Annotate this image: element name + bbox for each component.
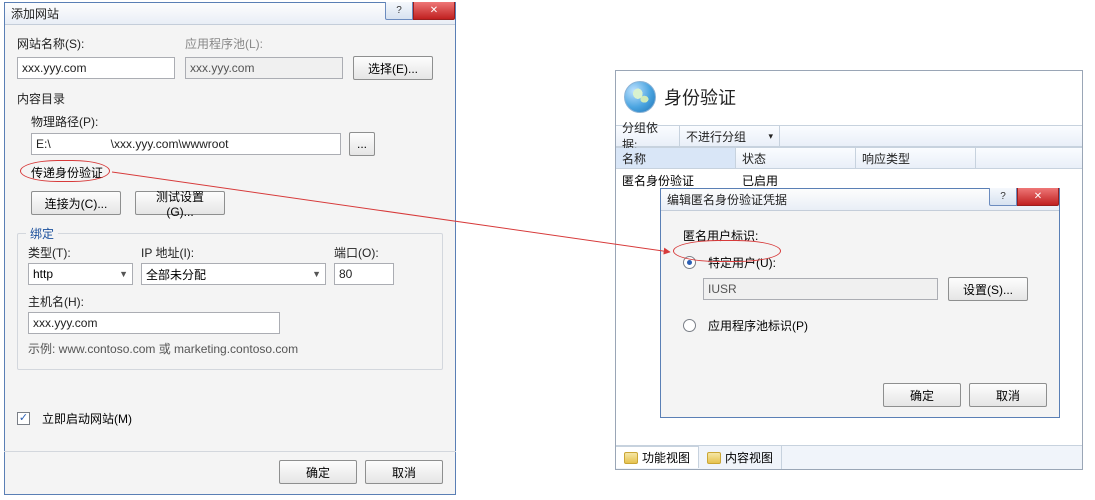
edit-anon-cancel-button[interactable]: 取消 [969,383,1047,407]
set-user-button[interactable]: 设置(S)... [948,277,1028,301]
col-name[interactable]: 名称 [616,148,736,168]
site-name-label: 网站名称(S): [17,35,177,52]
select-pool-button[interactable]: 选择(E)... [353,56,433,80]
type-label: 类型(T): [28,244,133,261]
help-button[interactable]: ? [385,2,413,20]
ip-select-value: 全部未分配 [146,266,206,283]
col-status[interactable]: 状态 [736,148,856,168]
add-website-dialog: 添加网站 ? ✕ 网站名称(S): 应用程序池(L): 选择(E)... 内容目… [4,2,456,495]
host-input[interactable] [28,312,280,334]
edit-anon-credentials-dialog: 编辑匿名身份验证凭据 ? ✕ 匿名用户标识: 特定用户(U): 设置(S)...… [660,188,1060,418]
tab-feature-label: 功能视图 [642,449,690,466]
add-site-cancel-button[interactable]: 取消 [365,460,443,484]
close-icon: ✕ [430,5,438,16]
port-input[interactable] [334,263,394,285]
type-select[interactable]: http ▼ [28,263,133,285]
passthrough-auth-label: 传递身份验证 [31,166,103,180]
type-select-value: http [33,267,53,281]
group-by-label: 分组依据: [616,126,680,146]
ip-select[interactable]: 全部未分配 ▼ [141,263,326,285]
connect-as-button[interactable]: 连接为(C)... [31,191,121,215]
host-example: 示例: www.contoso.com 或 marketing.contoso.… [28,340,432,357]
help-button[interactable]: ? [989,188,1017,206]
row-status: 已启用 [736,172,856,189]
add-site-title: 添加网站 [5,5,59,22]
help-icon: ? [1000,191,1006,202]
radio-dot-icon [687,260,692,265]
check-icon: ✓ [19,413,28,424]
tab-content-label: 内容视图 [725,449,773,466]
browse-path-button[interactable]: ... [349,132,375,156]
view-tabs: 功能视图 内容视图 [616,445,1082,469]
specific-user-radio[interactable] [683,256,696,269]
row-name: 匿名身份验证 [616,172,736,189]
anon-identity-label: 匿名用户标识: [683,227,1047,244]
col-response[interactable]: 响应类型 [856,148,976,168]
content-view-icon [707,452,721,464]
binding-group: 绑定 类型(T): IP 地址(I): 端口(O): http ▼ 全部未分配 … [17,233,443,370]
content-dir-header: 内容目录 [17,90,443,107]
globe-icon [624,81,656,113]
close-icon: ✕ [1034,191,1042,202]
chevron-down-icon: ▼ [312,269,321,279]
group-by-select[interactable]: 不进行分组 ▾ [680,126,780,146]
chevron-down-icon: ▾ [768,131,773,142]
specific-user-label: 特定用户(U): [708,254,776,271]
close-button[interactable]: ✕ [1017,188,1059,206]
app-pool-input [185,57,343,79]
chevron-down-icon: ▼ [119,269,128,279]
specific-user-input [703,278,938,300]
edit-anon-titlebar: 编辑匿名身份验证凭据 ? ✕ [661,189,1059,211]
phys-path-left[interactable]: E:\ [36,137,51,151]
help-icon: ? [396,5,402,16]
close-button[interactable]: ✕ [413,2,455,20]
start-now-label: 立即启动网站(M) [42,410,132,427]
tab-content-view[interactable]: 内容视图 [699,446,782,469]
feature-view-icon [624,452,638,464]
ip-label: IP 地址(I): [141,244,326,261]
host-label: 主机名(H): [28,293,432,310]
site-name-input[interactable] [17,57,175,79]
test-settings-button[interactable]: 测试设置(G)... [135,191,225,215]
app-pool-identity-radio[interactable] [683,319,696,332]
edit-anon-ok-button[interactable]: 确定 [883,383,961,407]
add-site-ok-button[interactable]: 确定 [279,460,357,484]
edit-anon-title: 编辑匿名身份验证凭据 [661,191,787,208]
tab-feature-view[interactable]: 功能视图 [616,445,699,468]
port-label: 端口(O): [334,244,379,261]
app-pool-label: 应用程序池(L): [185,35,345,52]
phys-path-label: 物理路径(P): [31,113,437,130]
start-now-checkbox[interactable]: ✓ [17,412,30,425]
add-site-titlebar: 添加网站 ? ✕ [5,3,455,25]
phys-path-right[interactable]: \xxx.yyy.com\wwwroot [111,137,229,151]
auth-pane-title: 身份验证 [664,84,736,110]
binding-legend: 绑定 [26,225,58,242]
app-pool-identity-label: 应用程序池标识(P) [708,317,808,334]
group-by-value: 不进行分组 [686,128,746,145]
